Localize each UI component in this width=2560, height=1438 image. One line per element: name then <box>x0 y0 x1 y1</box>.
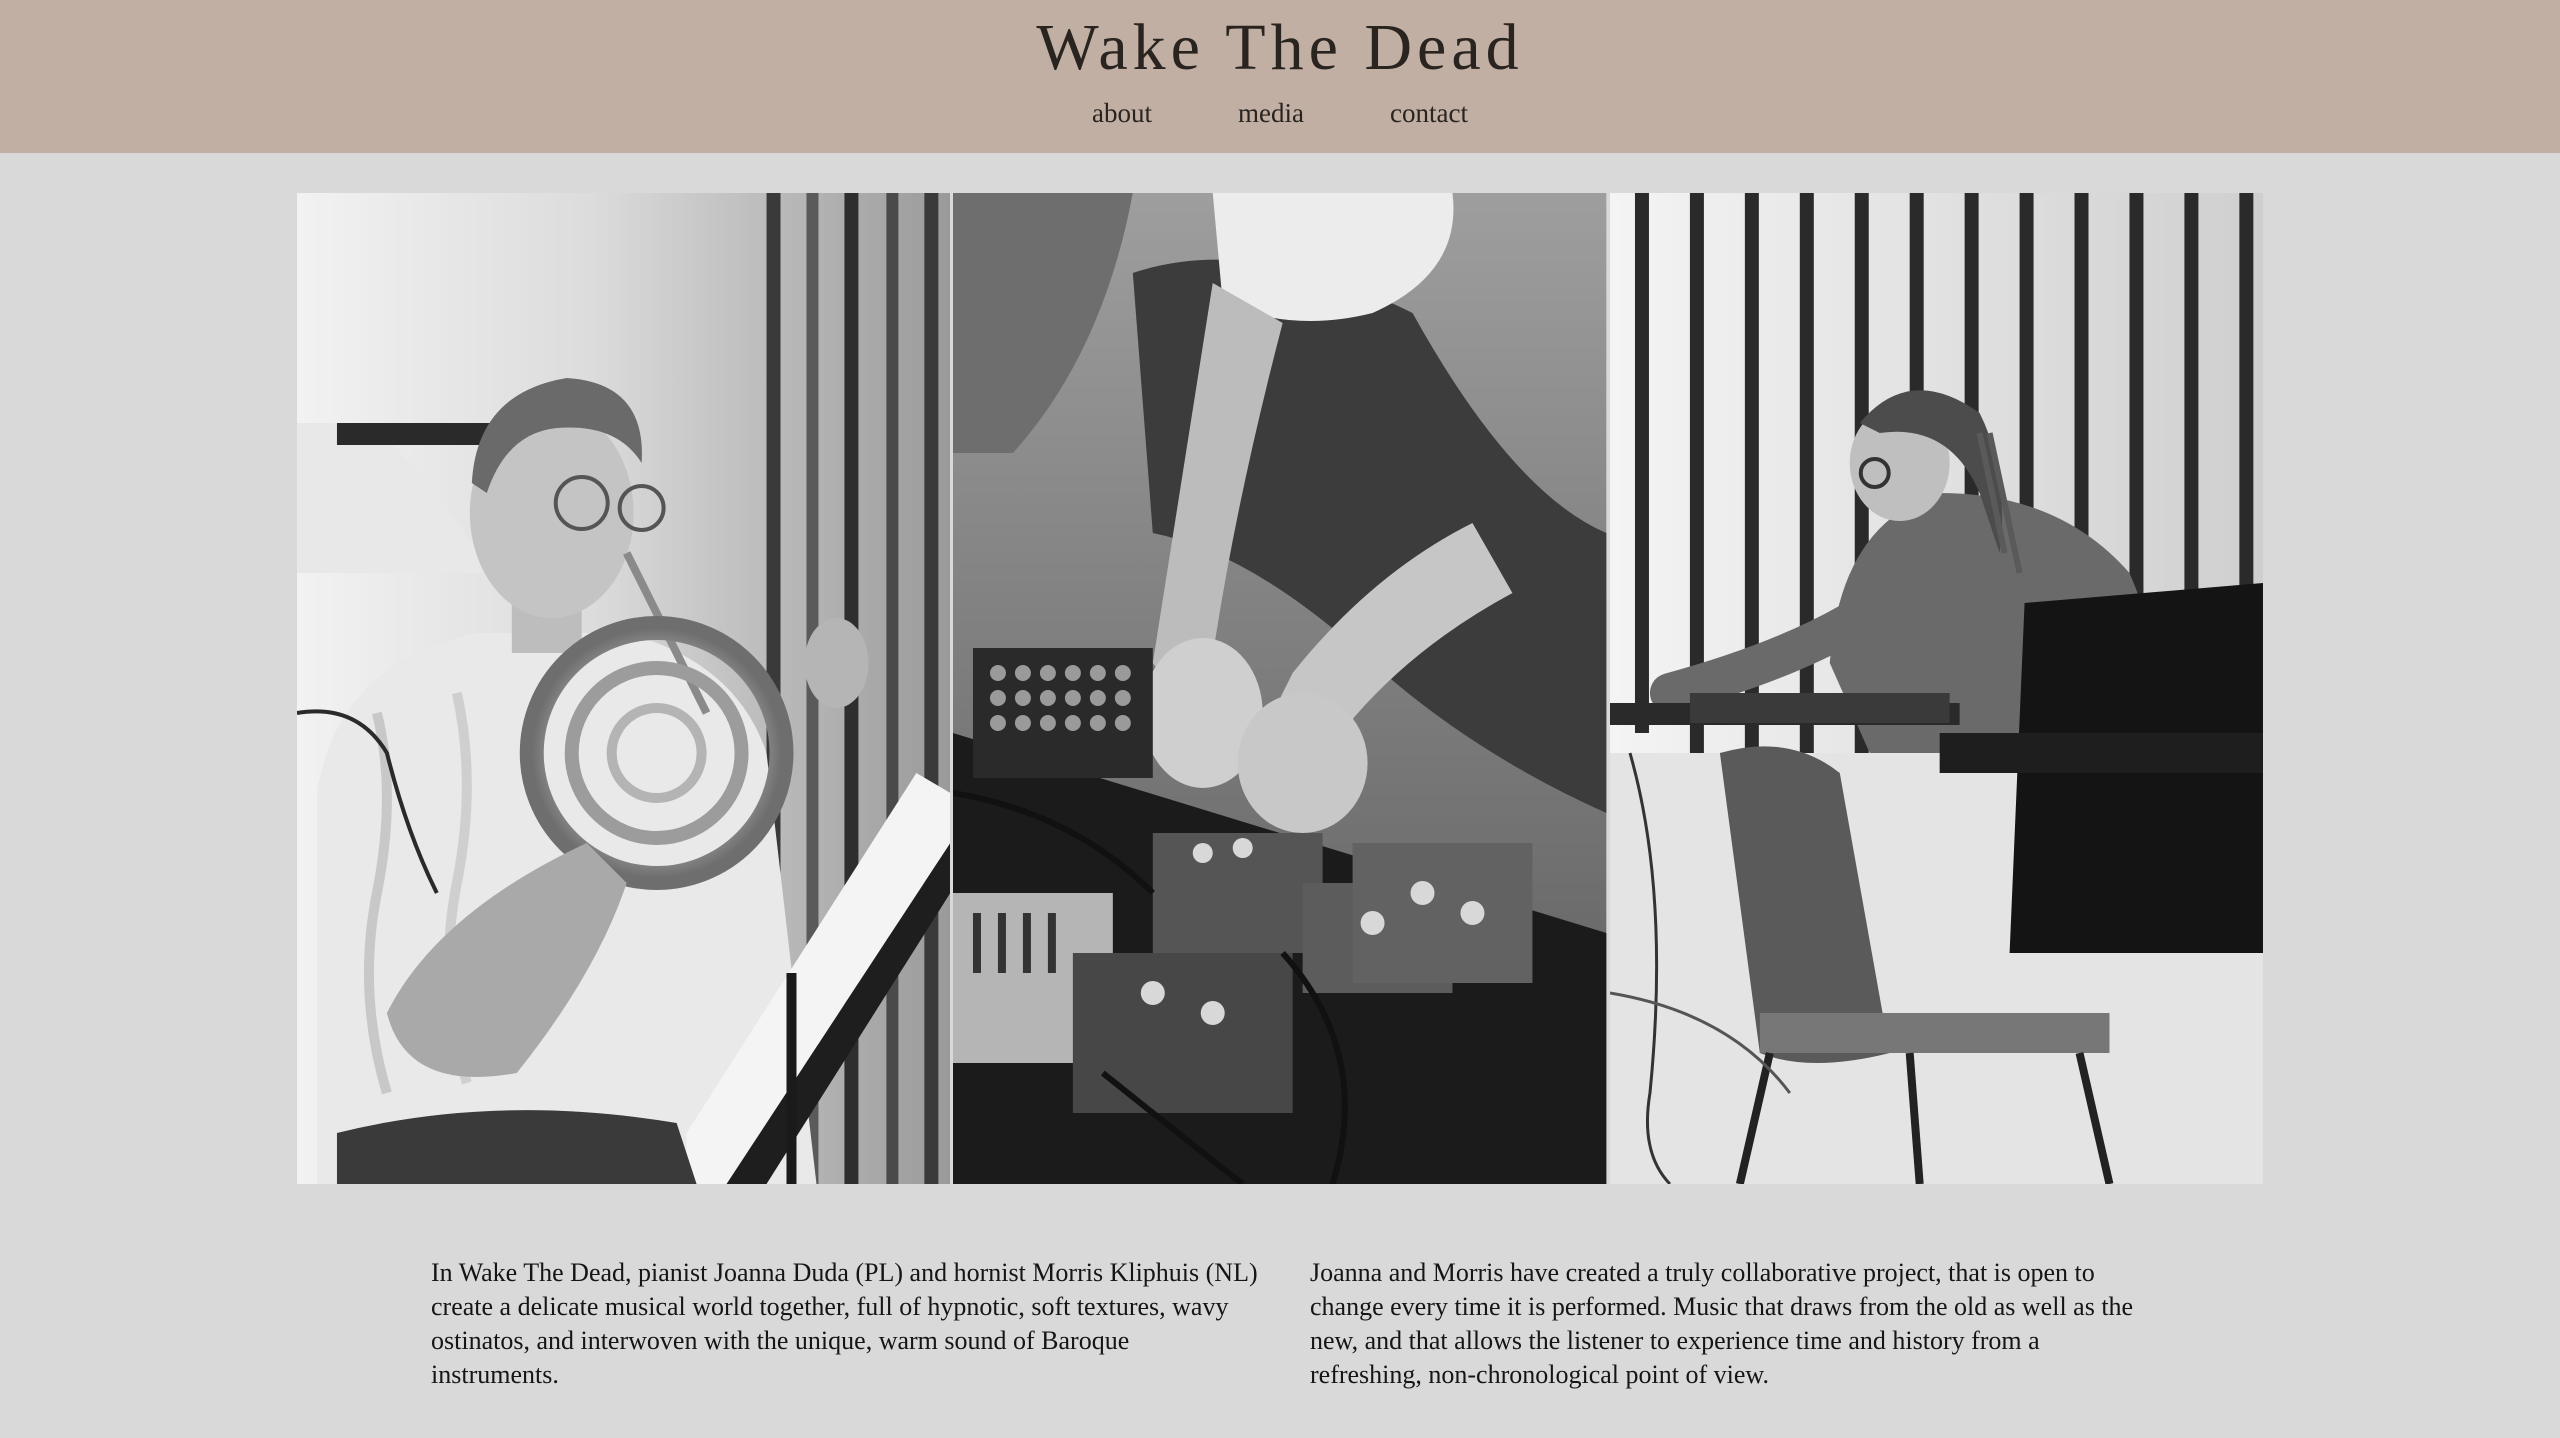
intro-paragraph-right: Joanna and Morris have created a truly c… <box>1310 1258 2134 1389</box>
pianist-photo-image <box>1609 193 2263 1184</box>
nav-about-link[interactable]: about <box>1092 98 1152 129</box>
photo-gallery <box>297 193 2263 1184</box>
intro-paragraph-left: In Wake The Dead, pianist Joanna Duda (P… <box>431 1258 1258 1389</box>
effects-pedals-photo-image <box>953 193 1607 1184</box>
main-nav: about media contact <box>0 98 2560 129</box>
site-header: Wake The Dead about media contact <box>0 0 2560 153</box>
nav-contact-link[interactable]: contact <box>1390 98 1468 129</box>
pianist-photo <box>1609 193 2263 1184</box>
hornist-photo <box>297 193 951 1184</box>
hornist-photo-image <box>297 193 951 1184</box>
site-title[interactable]: Wake The Dead <box>0 10 2560 86</box>
nav-media-link[interactable]: media <box>1238 98 1304 129</box>
effects-pedals-photo <box>953 193 1607 1184</box>
